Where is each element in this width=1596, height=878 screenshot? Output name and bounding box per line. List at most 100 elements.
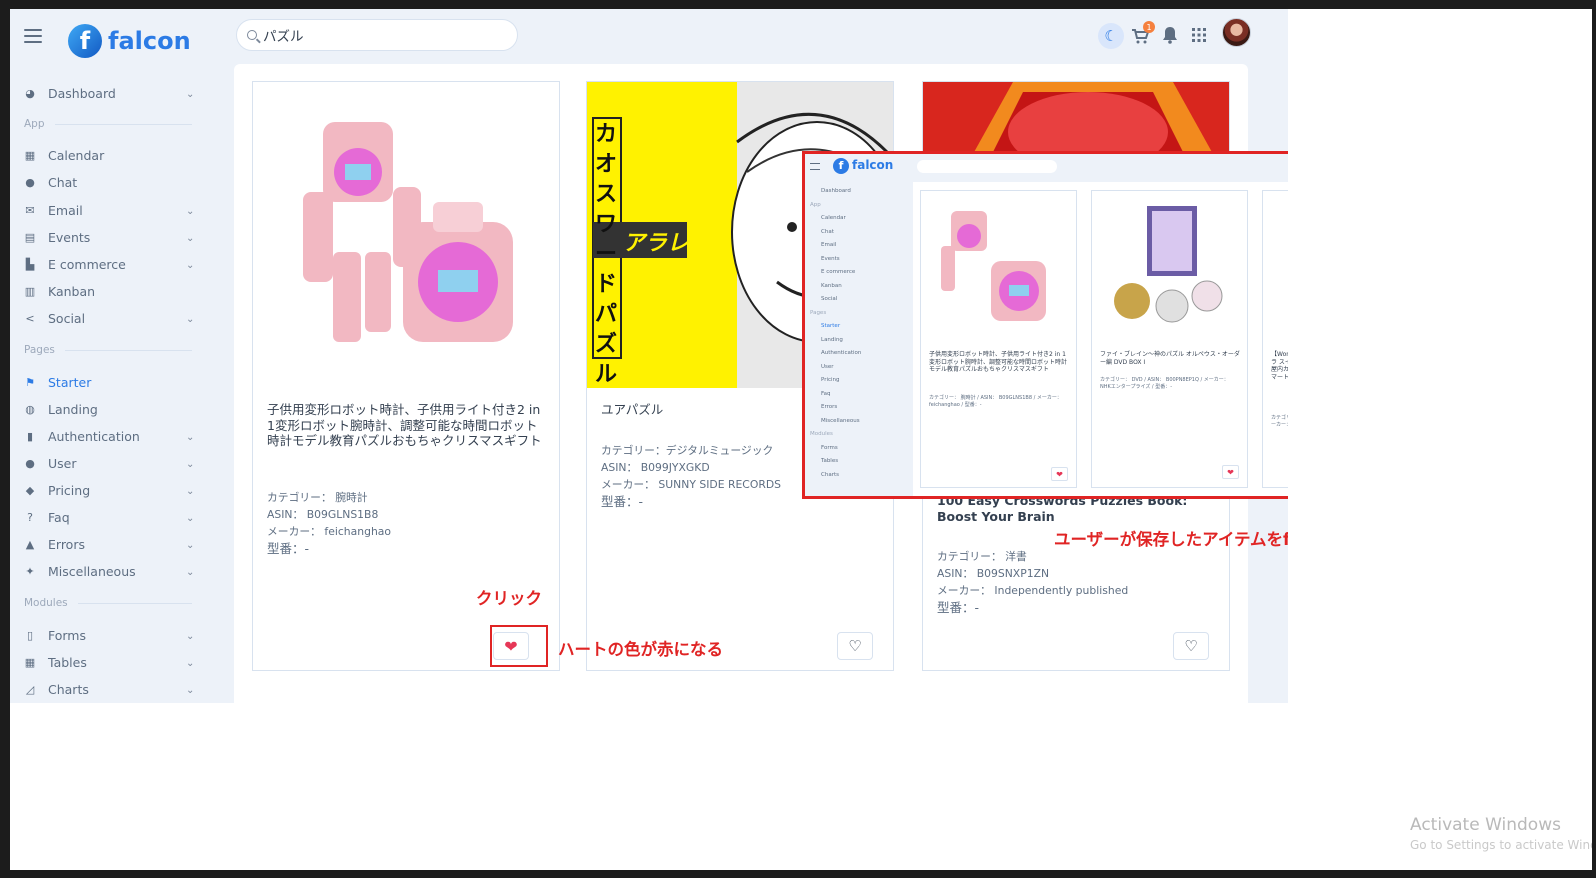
product-meta: カテゴリー： 洋書 ASIN： B09SNXP1ZN メーカー： Indepen… [937,548,1219,616]
cart-badge: 1 [1143,21,1155,33]
product-card: 子供用変形ロボット時計、子供用ライト付き2 in 1変形ロボット腕時計、調整可能… [252,81,560,671]
search-bar[interactable] [236,19,518,51]
mini-nav-item: Tables [821,458,839,464]
sidebar-item-label: Kanban [48,283,96,299]
question-icon: ? [27,510,33,524]
user-icon: ● [25,456,35,470]
sidebar: f falcon App Pages Modules ◕ Dashboard ⌄ ▦ Cale… [10,9,238,703]
product-category: カテゴリー： 洋書 [937,550,1027,563]
table-icon: ▦ [24,655,36,669]
chevron-down-icon: ⌄ [186,486,195,497]
mini-nav-item: Errors [821,404,838,410]
sidebar-item-label: Tables [48,654,87,670]
chevron-down-icon: ⌄ [186,685,195,696]
sidebar-item-authentication[interactable]: ▮ Authentication ⌄ [24,425,194,447]
mini-nav-item: User [821,363,834,370]
sidebar-item-user[interactable]: ● User ⌄ [24,452,194,474]
product-model: 型番：- [937,600,980,615]
favorite-button[interactable]: ♡ [1173,632,1209,660]
pie-chart-icon: ◕ [25,86,35,100]
chevron-down-icon: ⌄ [186,540,195,551]
sidebar-item-events[interactable]: ▤ Events ⌄ [24,226,195,248]
sidebar-item-label: Chat [48,174,78,190]
calendar-icon: ▦ [24,148,36,162]
sidebar-item-social[interactable]: < Social ⌄ [24,307,194,329]
sidebar-item-calendar[interactable]: ▦ Calendar [24,144,194,166]
chevron-down-icon: ⌄ [186,513,195,524]
product-image-robot-watch[interactable] [253,82,559,388]
windows-activation-subtitle: Go to Settings to activate Windows. [1410,838,1592,852]
notification-bell-icon[interactable] [1158,23,1182,47]
sidebar-item-label: Starter [48,374,92,390]
sidebar-item-landing[interactable]: ◍ Landing [24,398,194,420]
sidebar-item-charts[interactable]: ◿ Charts ⌄ [24,678,195,700]
cover-sticker: アラレ [623,231,690,256]
sidebar-item-chat[interactable]: ● Chat [24,171,194,193]
product-maker: メーカー： Independently published [937,584,1129,597]
sidebar-item-label: Miscellaneous [48,563,136,579]
mini-nav-item: Landing [821,336,843,343]
search-input[interactable] [263,27,503,43]
mini-heart-filled-icon: ❤ [1222,465,1239,479]
chevron-down-icon: ⌄ [186,658,195,669]
sidebar-item-tables[interactable]: ▦ Tables ⌄ [24,651,195,673]
thumbtack-icon: ✦ [25,564,35,578]
sidebar-item-forms[interactable]: ▯ Forms ⌄ [24,624,194,646]
mini-search [917,160,1057,173]
sidebar-item-email[interactable]: ✉ Email ⌄ [24,199,194,221]
chevron-down-icon: ⌄ [186,260,195,271]
falcon-app: f falcon App Pages Modules ◕ Dashboard ⌄ ▦ Cale… [10,9,1288,703]
mini-nav-item: Starter [821,323,841,329]
mini-nav-item: Authentication [821,350,862,356]
product-title[interactable]: 子供用変形ロボット時計、子供用ライト付き2 in 1変形ロボット腕時計、調整可能… [267,402,549,449]
favorite-button[interactable]: ♡ [837,632,873,660]
sidebar-item-dashboard[interactable]: ◕ Dashboard ⌄ [24,82,194,104]
brand-name: falcon [108,27,191,55]
chevron-down-icon: ⌄ [186,432,195,443]
nav-section-label: Pages [24,344,55,356]
apps-grid-icon[interactable] [1187,23,1211,47]
mini-image-dvd-box [1114,206,1223,323]
mini-title: 【Works with Alexa認定】SwitchBot 見守りカメラ スイッ… [1271,351,1288,381]
share-icon: < [25,311,35,325]
theme-toggle-moon-icon[interactable]: ☾ [1098,23,1124,49]
mini-meta: カテゴリー： 腕時計 / ASIN： B09GLNS1B8 / メーカー： fe… [929,395,1062,408]
divider [64,349,192,351]
mini-nav-item: Miscellaneous [821,417,860,424]
sidebar-item-label: Authentication [48,428,140,444]
nav-section-label: Modules [24,597,68,609]
sidebar-item-starter[interactable]: ⚑ Starter [24,371,194,393]
falcon-logo-icon: f [68,24,102,58]
sidebar-item-faq[interactable]: ? Faq ⌄ [24,506,194,528]
sidebar-item-label: Calendar [48,147,105,163]
hamburger-menu-icon[interactable] [24,29,42,43]
mini-nav-item: App [810,201,821,208]
annotation-favorite-page: ユーザーが保存したアイテムをfavorite.phpで表示 [1054,530,1288,549]
sidebar-item-e-commerce[interactable]: ▙ E commerce ⌄ [24,253,195,275]
chevron-down-icon: ⌄ [186,314,195,325]
mini-title: ファイ・ブレイン～神のパズル オルペウス・オーダー編 DVD BOX I [1100,351,1240,366]
user-avatar[interactable] [1222,18,1251,47]
sidebar-item-kanban[interactable]: ▥ Kanban [24,280,194,302]
product-model: 型番：- [267,541,310,556]
sidebar-item-label: Email [48,202,83,218]
mini-title: 子供用変形ロボット時計、子供用ライト付き2 in 1変形ロボット腕時計、調整可能… [929,351,1068,373]
mini-nav-item: Chat [821,228,834,235]
screenshot-frame: f falcon App Pages Modules ◕ Dashboard ⌄ ▦ Cale… [10,9,1592,870]
sidebar-item-pricing[interactable]: ◆ Pricing ⌄ [24,479,195,501]
sidebar-item-label: Pricing [48,482,91,498]
nav-section-label: App [24,118,45,130]
cover-title: カオスワードパズル [595,122,618,387]
sidebar-item-errors[interactable]: ▲ Errors ⌄ [24,533,195,555]
sidebar-item-miscellaneous[interactable]: ✦ Miscellaneous ⌄ [24,560,194,582]
search-icon [247,30,257,40]
mini-favorite-card: ファイ・ブレイン～神のパズル オルペウス・オーダー編 DVD BOX I カテゴ… [1091,190,1248,488]
heart-outline-icon: ♡ [848,637,862,655]
mini-sidebar: f falcon Dashboard App Calendar Chat Email Ev… [805,154,910,496]
brand-logo[interactable]: f falcon [68,21,191,61]
sidebar-item-label: Errors [48,536,85,552]
sidebar-item-label: Faq [48,509,70,525]
mini-favorite-card: 【Works with Alexa認定】SwitchBot 見守りカメラ スイッ… [1262,190,1288,488]
mini-image-camera-phone [1263,191,1288,341]
mini-brand: falcon [852,158,894,172]
